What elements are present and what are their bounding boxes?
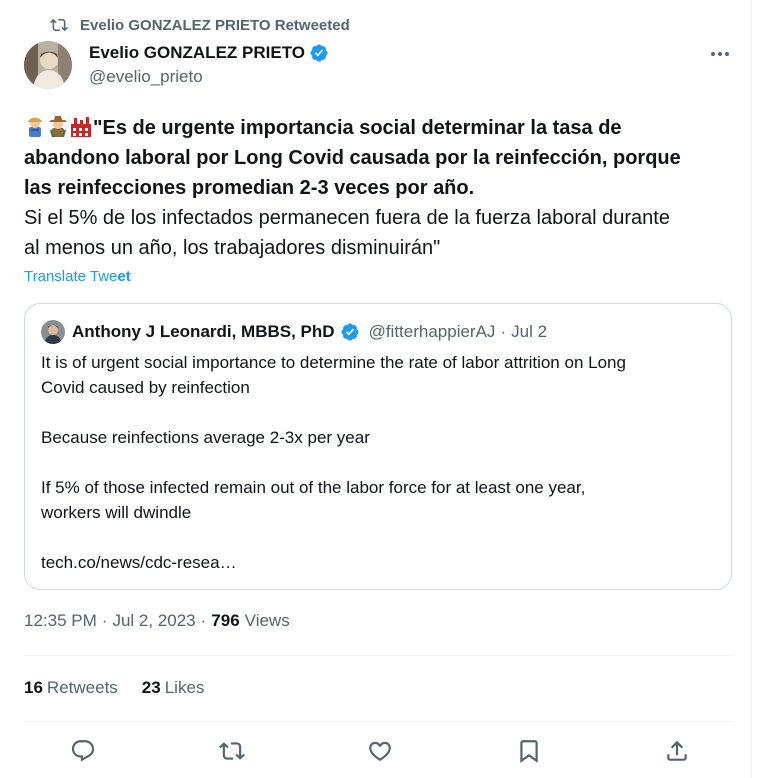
retweet-button[interactable]	[218, 738, 245, 764]
retweets-label: Retweets	[46, 678, 118, 697]
likes-label: Likes	[164, 678, 205, 697]
retweets-stat[interactable]: 16 Retweets	[24, 678, 118, 698]
more-dot-icon	[711, 52, 715, 56]
quoted-line: Covid caused by reinfection	[41, 378, 250, 397]
tweet-bold-line: "Es de urgente importancia social determ…	[24, 113, 734, 143]
divider	[24, 655, 732, 656]
cowboy-emoji-icon	[49, 116, 67, 137]
meta-separator: ·	[200, 611, 207, 630]
quoted-separator: ·	[500, 322, 507, 341]
tweet-bold-text-3: las reinfecciones promedian 2-3 veces po…	[24, 177, 475, 199]
quoted-tweet-header: Anthony J Leonardi, MBBS, PhD @fitterhap…	[41, 320, 547, 344]
tweet-meta: 12:35 PM · Jul 2, 2023 · 796 Views	[24, 611, 290, 631]
quoted-line	[41, 525, 721, 550]
quoted-link: tech.co/news/cdc-resea…	[41, 553, 237, 572]
share-button[interactable]	[664, 738, 690, 764]
more-dot-icon	[718, 52, 722, 56]
bookmark-button[interactable]	[516, 738, 542, 764]
quoted-line	[41, 400, 721, 425]
meta-separator: ·	[101, 611, 108, 630]
like-icon	[369, 741, 391, 761]
share-icon	[667, 740, 687, 761]
like-button[interactable]	[367, 738, 393, 764]
quoted-tweet[interactable]: Anthony J Leonardi, MBBS, PhD @fitterhap…	[24, 303, 732, 590]
translate-link-text-bold: et	[117, 268, 131, 285]
action-bar	[70, 738, 690, 764]
quoted-line: It is of urgent social importance to det…	[41, 353, 626, 372]
tweet-bold-text-1: "Es de urgente importancia social determ…	[93, 117, 622, 139]
reply-icon	[71, 740, 95, 762]
likes-count: 23	[141, 678, 161, 697]
retweets-count: 16	[24, 678, 43, 697]
verified-badge-icon	[310, 44, 328, 62]
tweet-normal-text-1: Si el 5% de los infectados permanecen fu…	[24, 207, 670, 229]
translate-link-text: Translate Twe	[24, 268, 118, 285]
retweet-icon	[50, 18, 68, 32]
author-block: Evelio GONZALEZ PRIETO @evelio_prieto	[89, 41, 329, 87]
quoted-date: Jul 2	[511, 322, 548, 341]
tweet-stats: 16 Retweets 23 Likes	[24, 678, 204, 698]
quoted-line: If 5% of those infected remain out of th…	[41, 478, 586, 497]
farmer-emoji-icon	[28, 117, 42, 137]
quoted-line: workers will dwindle	[41, 503, 192, 522]
quoted-author-handle: @fitterhappierAJ	[368, 322, 496, 341]
author-name[interactable]: Evelio GONZALEZ PRIETO	[89, 43, 305, 63]
divider	[24, 721, 732, 722]
retweet-icon	[218, 742, 245, 760]
quoted-author-name: Anthony J Leonardi, MBBS, PhD	[72, 322, 335, 341]
views-count: 796	[211, 611, 240, 630]
verified-badge-icon	[341, 323, 359, 341]
reply-button[interactable]	[70, 738, 96, 764]
quoted-tweet-body: It is of urgent social importance to det…	[41, 350, 721, 575]
author-handle[interactable]: @evelio_prieto	[89, 67, 329, 87]
bookmark-icon	[519, 740, 538, 763]
author-avatar[interactable]	[24, 41, 72, 89]
tweet-bold-text-2: abandono laboral por Long Covid causada …	[24, 147, 681, 169]
likes-stat[interactable]: 23 Likes	[142, 678, 205, 698]
more-dot-icon	[725, 52, 729, 56]
tweet-text: "Es de urgente importancia social determ…	[24, 113, 734, 263]
translate-tweet-link[interactable]: Translate Tweet	[24, 268, 131, 285]
tweet-date[interactable]: Jul 2, 2023	[112, 611, 195, 631]
more-options-button[interactable]	[708, 44, 732, 64]
quoted-line	[41, 450, 721, 475]
tweet-normal-text-2: al menos un año, los trabajadores dismin…	[24, 237, 441, 259]
retweet-banner[interactable]: Evelio GONZALEZ PRIETO Retweeted	[50, 14, 350, 36]
factory-emoji-icon	[71, 117, 91, 137]
views-label: Views	[244, 611, 290, 630]
retweet-banner-text: Evelio GONZALEZ PRIETO Retweeted	[80, 16, 350, 34]
tweet-time[interactable]: 12:35 PM	[24, 611, 97, 631]
tweet-detail: Evelio GONZALEZ PRIETO Retweeted Evelio …	[0, 0, 752, 778]
quoted-author-avatar	[41, 320, 65, 344]
quoted-line: Because reinfections average 2-3x per ye…	[41, 428, 370, 447]
